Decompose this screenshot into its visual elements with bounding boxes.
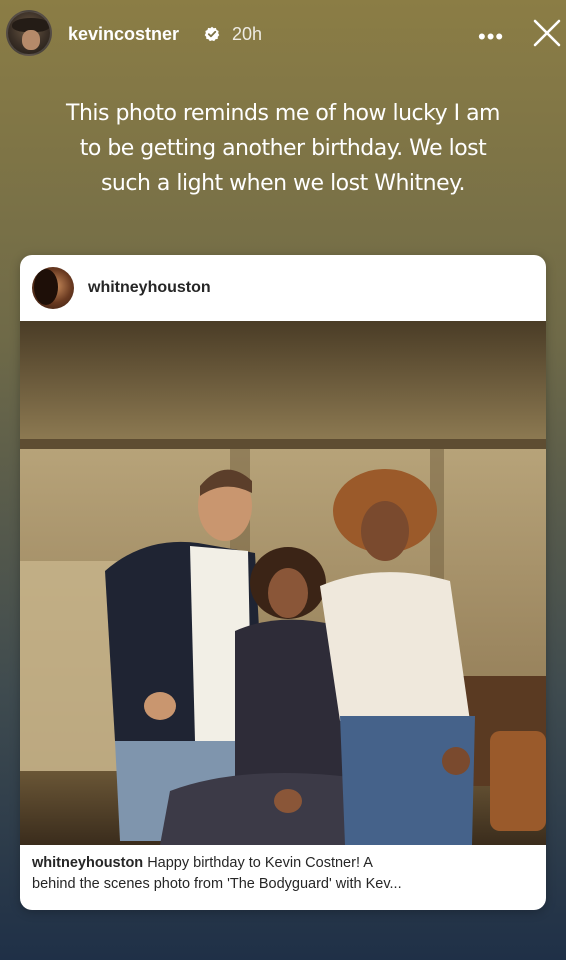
post-time: 20h (232, 24, 263, 44)
story-header: kevincostner 20h ••• (0, 0, 566, 72)
photo-illustration (20, 321, 546, 845)
caption-line-1: whitneyhouston Happy birthday to Kevin C… (32, 853, 538, 874)
avatar-hair-shape (34, 269, 58, 305)
verified-badge-icon (204, 26, 220, 42)
avatar-face-shape (22, 30, 40, 50)
caption-text-1: Happy birthday to Kevin Costner! A (147, 855, 373, 871)
close-icon[interactable] (530, 16, 564, 50)
more-options-icon[interactable]: ••• (478, 24, 504, 50)
profile-avatar[interactable] (6, 10, 52, 56)
shared-post-photo[interactable] (20, 321, 546, 845)
shared-post-caption: whitneyhouston Happy birthday to Kevin C… (32, 853, 538, 895)
story-username[interactable]: kevincostner (68, 24, 179, 45)
story-caption: This photo reminds me of how lucky I am … (66, 101, 500, 196)
caption-line-2: behind the scenes photo from 'The Bodygu… (32, 876, 402, 892)
caption-username[interactable]: whitneyhouston (32, 855, 143, 871)
shared-post-card[interactable]: whitneyhouston whitneyhouston Happy birt… (20, 255, 546, 910)
shared-post-avatar[interactable] (32, 267, 74, 309)
shared-post-username[interactable]: whitneyhouston (88, 279, 211, 297)
shared-post-header: whitneyhouston (20, 255, 546, 321)
